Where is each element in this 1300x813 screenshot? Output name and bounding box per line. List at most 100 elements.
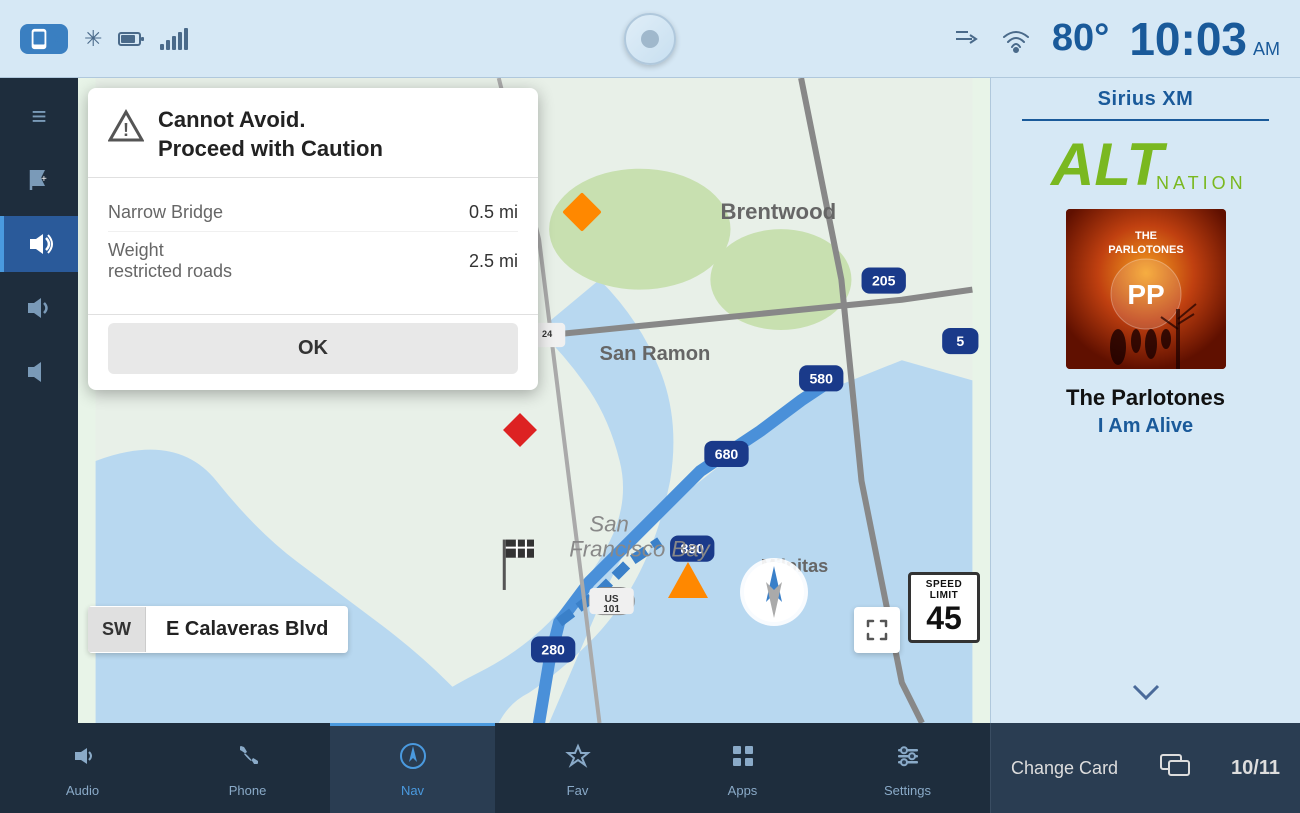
apps-label: Apps — [728, 783, 758, 798]
track-counter: 10/11 — [1231, 757, 1280, 780]
svg-text:5: 5 — [956, 333, 964, 349]
caution-header: ! Cannot Avoid.Proceed with Caution — [88, 88, 538, 178]
speed-limit-sign: SPEEDLIMIT 45 — [908, 572, 980, 643]
voice-button[interactable] — [624, 13, 676, 65]
phone-nav-icon — [235, 742, 261, 777]
change-card-label[interactable]: Change Card — [1011, 758, 1118, 779]
caution-dialog: ! Cannot Avoid.Proceed with Caution Narr… — [88, 88, 538, 390]
svg-text:San Ramon: San Ramon — [600, 343, 711, 365]
svg-text:PARLOTONES: PARLOTONES — [1108, 244, 1183, 256]
caution-value-weight: 2.5 mi — [469, 251, 518, 272]
status-bar: › ✳ — [0, 0, 1300, 78]
svg-text:24: 24 — [542, 329, 552, 339]
nav-item-settings[interactable]: Settings — [825, 723, 990, 813]
svg-text:280: 280 — [541, 641, 565, 657]
panel-chevron-down[interactable] — [1130, 681, 1162, 709]
phone-status-icon[interactable]: › — [20, 24, 68, 54]
svg-text:205: 205 — [872, 273, 896, 289]
voice-button-center — [624, 13, 676, 65]
svg-text:ALT: ALT — [1049, 133, 1168, 193]
phone-icon — [28, 28, 50, 50]
alt-nation-logo: ALT NATION — [1046, 133, 1246, 193]
expand-map-button[interactable] — [854, 607, 900, 653]
caution-label-bridge: Narrow Bridge — [108, 202, 223, 223]
caution-ok-button[interactable]: OK — [108, 323, 518, 374]
audio-label: Audio — [66, 783, 99, 798]
volume-mid-icon — [24, 294, 54, 322]
navigation-arrow — [738, 556, 810, 633]
sidebar-item-volume-mid[interactable] — [0, 280, 78, 336]
nav-item-nav[interactable]: Nav — [330, 723, 495, 813]
sidebar: ≡ + — [0, 78, 78, 723]
bottom-right: Change Card 10/11 — [990, 723, 1300, 813]
status-right: 80° 10:03 AM — [952, 12, 1280, 66]
caution-triangle-icon: ! — [108, 108, 144, 152]
svg-text:Brentwood: Brentwood — [720, 199, 836, 224]
caution-divider — [88, 314, 538, 315]
caution-title: Cannot Avoid.Proceed with Caution — [158, 106, 383, 163]
map-container[interactable]: 205 5 580 680 880 280 US 101 24 B — [78, 78, 990, 723]
caution-row-bridge: Narrow Bridge 0.5 mi — [108, 194, 518, 232]
nav-item-phone[interactable]: Phone — [165, 723, 330, 813]
fav-label: Fav — [567, 783, 589, 798]
svg-text:THE: THE — [1135, 230, 1157, 242]
chevron-right-icon: › — [54, 28, 60, 49]
time-ampm: AM — [1253, 39, 1280, 60]
volume-high-icon — [26, 230, 56, 258]
svg-text:101: 101 — [603, 604, 620, 615]
flag-plus-icon: + — [25, 166, 53, 194]
sidebar-item-volume-active[interactable] — [0, 216, 78, 272]
nav-label: Nav — [401, 783, 424, 798]
nav-icon — [399, 742, 427, 777]
caution-body: Narrow Bridge 0.5 mi Weightrestricted ro… — [88, 178, 538, 306]
apps-icon — [729, 742, 757, 777]
svg-text:NATION: NATION — [1156, 173, 1246, 193]
svg-text:+: + — [41, 174, 47, 185]
speed-limit-number: 45 — [915, 601, 973, 636]
street-name: E Calaveras Blvd — [146, 606, 348, 653]
phone-label: Phone — [229, 783, 267, 798]
speed-limit-label: SPEEDLIMIT — [915, 579, 973, 601]
album-art-inner: THE PARLOTONES PP — [1066, 209, 1226, 369]
sidebar-item-flag[interactable]: + — [0, 152, 78, 208]
svg-text:San: San — [589, 512, 628, 537]
sidebar-item-menu[interactable]: ≡ — [0, 88, 78, 144]
album-art-svg: THE PARLOTONES PP — [1066, 209, 1226, 369]
sort-icon — [952, 25, 980, 53]
nav-item-audio[interactable]: Audio — [0, 723, 165, 813]
bottom-bar: Audio Phone Nav — [0, 723, 1300, 813]
street-label: SW E Calaveras Blvd — [88, 606, 348, 653]
time-display: 10:03 AM — [1129, 12, 1280, 66]
change-card-icon[interactable] — [1159, 749, 1191, 788]
audio-icon — [69, 742, 97, 777]
album-art: THE PARLOTONES PP — [1066, 209, 1226, 369]
street-direction: SW — [88, 607, 146, 652]
time-value: 10:03 — [1129, 12, 1247, 66]
wifi-icon — [1000, 25, 1032, 53]
signal-bars-icon — [160, 28, 188, 50]
alt-nation-svg: ALT NATION — [1046, 133, 1246, 193]
temperature-display: 80° — [1052, 17, 1109, 60]
right-panel: Sirius XM ALT NATION — [990, 78, 1300, 723]
battery-icon — [118, 30, 144, 48]
nav-item-apps[interactable]: Apps — [660, 723, 825, 813]
svg-text:Francisco Bay: Francisco Bay — [569, 537, 711, 562]
settings-label: Settings — [884, 783, 931, 798]
settings-icon — [894, 742, 922, 777]
volume-low-icon — [24, 358, 54, 386]
caution-row-weight: Weightrestricted roads 2.5 mi — [108, 232, 518, 290]
sidebar-item-volume-low[interactable] — [0, 344, 78, 400]
status-left: › ✳ — [20, 24, 952, 54]
svg-text:580: 580 — [809, 370, 833, 386]
fav-icon — [564, 742, 592, 777]
song-artist: The Parlotones — [1066, 385, 1225, 411]
svg-text:680: 680 — [715, 446, 739, 462]
panel-source-label: Sirius XM — [1098, 88, 1194, 111]
asterisk-icon: ✳ — [84, 26, 102, 52]
nav-item-fav[interactable]: Fav — [495, 723, 660, 813]
svg-text:PP: PP — [1127, 279, 1164, 310]
svg-text:!: ! — [123, 120, 129, 140]
caution-label-weight: Weightrestricted roads — [108, 240, 232, 282]
panel-divider — [1022, 119, 1269, 121]
bottom-nav: Audio Phone Nav — [0, 723, 990, 813]
